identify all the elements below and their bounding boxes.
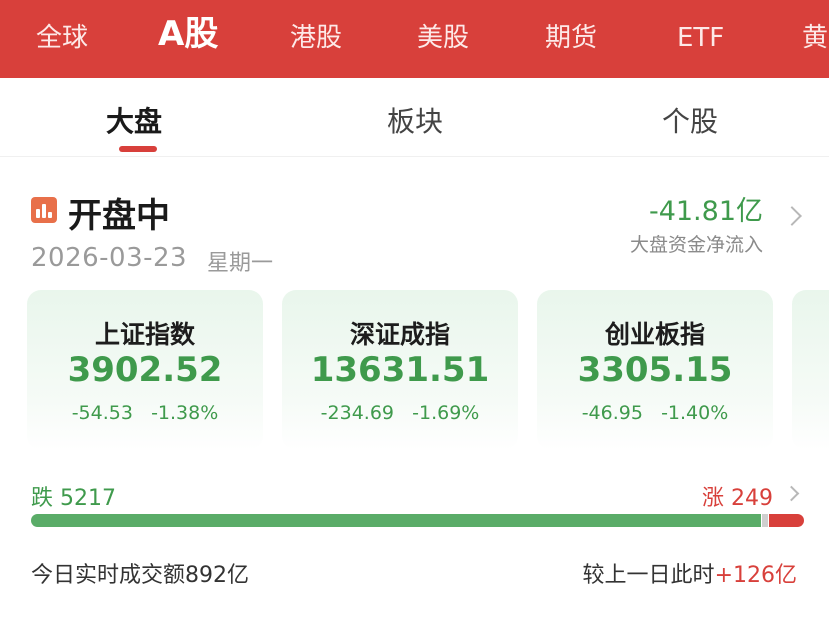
index-percent: -1.40% [661, 402, 729, 424]
nav-tab-hk[interactable]: 港股 [290, 0, 342, 78]
capital-flow-label[interactable]: 大盘资金净流入 [630, 230, 763, 257]
turnover-row: 今日实时成交额892亿 [31, 557, 249, 589]
market-nav: 全球 A股 港股 美股 期货 ETF 黄 [0, 0, 829, 78]
index-change-row: -46.95 -1.40% [537, 402, 773, 424]
index-name: 深证成指 [349, 320, 450, 349]
flat-bar-segment [762, 514, 768, 527]
chevron-right-icon[interactable] [783, 485, 800, 502]
index-price: 13631.51 [310, 350, 490, 390]
nav-tab-futures[interactable]: 期货 [545, 0, 597, 78]
index-change: -234.69 [320, 402, 394, 424]
candlestick-icon [31, 197, 57, 223]
trade-weekday: 星期一 [207, 251, 274, 276]
chevron-right-icon[interactable] [782, 206, 802, 226]
active-tab-indicator [119, 146, 157, 152]
advance-decline-bar [31, 514, 804, 527]
advancers-count[interactable]: 涨 249 [702, 480, 773, 512]
index-name: 创业板指 [604, 320, 705, 349]
decline-bar-segment [31, 514, 761, 527]
nav-tab-us[interactable]: 美股 [417, 0, 469, 78]
index-percent: -1.38% [151, 402, 219, 424]
turnover-value: 892亿 [185, 563, 250, 588]
compare-value: +126亿 [714, 563, 797, 588]
index-percent: -1.69% [412, 402, 480, 424]
index-change: -54.53 [71, 402, 133, 424]
nav-tab-etf[interactable]: ETF [677, 0, 724, 78]
index-card-chinext[interactable]: 创业板指 3305.15 -46.95 -1.40% [537, 290, 773, 450]
trade-date: 2026-03-23 [31, 243, 188, 273]
index-card-shenzhen[interactable]: 深证成指 13631.51 -234.69 -1.69% [282, 290, 518, 450]
compare-label: 较上一日此时 [582, 563, 715, 588]
index-name: 上证指数 [94, 320, 195, 349]
tab-market-overview[interactable]: 大盘 [106, 100, 162, 140]
index-price: 3902.52 [67, 350, 223, 390]
tab-sectors[interactable]: 板块 [387, 100, 443, 140]
index-card-shanghai[interactable]: 上证指数 3902.52 -54.53 -1.38% [27, 290, 263, 450]
divider [0, 156, 829, 157]
decliners-count[interactable]: 跌 5217 [31, 480, 116, 512]
market-status: 开盘中 [68, 196, 170, 236]
index-change-row: -234.69 -1.69% [282, 402, 518, 424]
index-price: 3305.15 [577, 350, 733, 390]
index-change: -46.95 [581, 402, 643, 424]
turnover-compare-row: 较上一日此时+126亿 [583, 557, 797, 589]
nav-tab-global[interactable]: 全球 [36, 0, 88, 78]
nav-tab-gold[interactable]: 黄 [802, 0, 828, 78]
nav-tab-a-shares[interactable]: A股 [158, 0, 218, 78]
turnover-label: 今日实时成交额 [31, 563, 186, 588]
index-card-partial[interactable] [792, 290, 829, 450]
capital-flow-value[interactable]: -41.81亿 [649, 189, 763, 228]
tab-stocks[interactable]: 个股 [662, 100, 718, 140]
index-change-row: -54.53 -1.38% [27, 402, 263, 424]
advance-bar-segment [769, 514, 804, 527]
sub-tab-bar: 大盘 板块 个股 [0, 78, 829, 158]
